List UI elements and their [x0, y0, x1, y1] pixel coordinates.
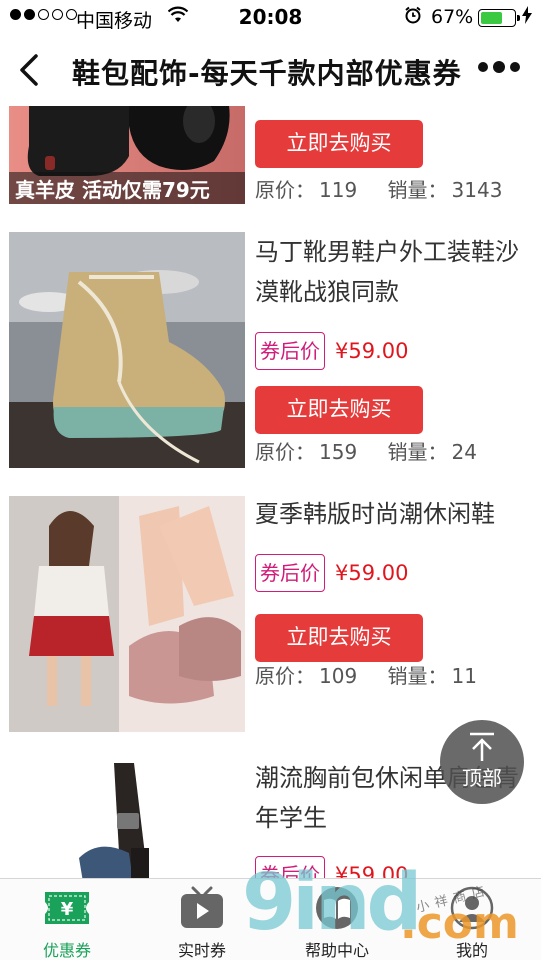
coupon-tag: 券后价	[255, 332, 325, 370]
tab-help-center[interactable]: 帮助中心	[287, 885, 387, 961]
battery-icon	[478, 9, 520, 27]
tab-bar: ¥ 优惠券 实时券 帮助中心 我的	[0, 878, 541, 960]
chevron-left-icon	[20, 54, 38, 86]
tab-coupons[interactable]: ¥ 优惠券	[17, 885, 117, 961]
sales-count: 3143	[451, 178, 503, 202]
arrow-up-icon	[470, 732, 494, 761]
product-image-chest-bag[interactable]	[9, 758, 245, 878]
signal-strength-icon	[10, 9, 77, 20]
user-icon	[422, 885, 522, 931]
status-bar: 中国移动 20:08 67%	[0, 0, 541, 36]
coupon-price-value: ¥59.00	[335, 561, 409, 585]
product-image-backpack[interactable]: 真羊皮 活动仅需79元	[9, 106, 245, 204]
svg-text:¥: ¥	[61, 899, 74, 920]
coupon-price-value: ¥59.00	[335, 339, 409, 363]
ticket-icon: ¥	[17, 885, 117, 931]
wifi-icon	[167, 6, 189, 29]
original-price: 159	[319, 440, 358, 464]
product-item[interactable]: 真羊皮 活动仅需79元 立即去购买 原价： 119 销量： 3143	[0, 106, 541, 216]
buy-now-button[interactable]: 立即去购买	[255, 614, 423, 662]
back-button[interactable]	[14, 50, 44, 90]
tab-label: 帮助中心	[304, 941, 369, 960]
original-price: 119	[319, 178, 358, 202]
alarm-icon	[404, 6, 422, 29]
product-meta: 原价： 119 销量： 3143	[255, 178, 503, 202]
buy-now-button[interactable]: 立即去购买	[255, 120, 423, 168]
charging-icon	[522, 6, 532, 28]
coupon-tag: 券后价	[255, 554, 325, 592]
book-icon	[287, 885, 387, 931]
coupon-tag: 券后价	[255, 856, 325, 878]
coupon-price: 券后价 ¥59.00	[255, 856, 408, 878]
tab-mine[interactable]: 我的	[422, 885, 522, 961]
thumb-caption: 真羊皮 活动仅需79元	[15, 178, 210, 202]
product-name[interactable]: 夏季韩版时尚潮休闲鞋	[255, 494, 535, 534]
tab-live-coupons[interactable]: 实时券	[152, 885, 252, 961]
product-image-sandals[interactable]	[9, 496, 245, 732]
back-to-top-button[interactable]: 顶部	[440, 720, 524, 804]
tab-label: 实时券	[177, 941, 226, 960]
coupon-price-value: ¥59.00	[335, 863, 409, 878]
product-image-boot[interactable]	[9, 232, 245, 468]
carrier-name: 中国移动	[76, 10, 153, 32]
nav-bar: 鞋包配饰-每天千款内部优惠券	[0, 36, 541, 106]
buy-now-button[interactable]: 立即去购买	[255, 386, 423, 434]
sales-count: 24	[451, 440, 477, 464]
battery-percent: 67%	[431, 6, 474, 28]
product-name[interactable]: 马丁靴男鞋户外工装鞋沙漠靴战狼同款	[255, 232, 535, 312]
tab-label: 优惠券	[42, 941, 91, 960]
coupon-price: 券后价 ¥59.00	[255, 554, 408, 592]
more-button[interactable]	[478, 61, 520, 73]
product-item[interactable]: 夏季韩版时尚潮休闲鞋 券后价 ¥59.00 立即去购买 原价： 109 销量： 11	[0, 494, 541, 744]
sales-count: 11	[451, 664, 477, 688]
original-price: 109	[319, 664, 358, 688]
more-dots-icon	[478, 62, 488, 72]
product-meta: 原价： 109 销量： 11	[255, 664, 477, 688]
product-item[interactable]: 马丁靴男鞋户外工装鞋沙漠靴战狼同款 券后价 ¥59.00 立即去购买 原价： 15…	[0, 232, 541, 482]
page-title: 鞋包配饰-每天千款内部优惠券	[72, 57, 462, 90]
coupon-price: 券后价 ¥59.00	[255, 332, 408, 370]
back-to-top-label: 顶部	[462, 766, 502, 790]
tab-label: 我的	[455, 941, 488, 960]
product-meta: 原价： 159 销量： 24	[255, 440, 477, 464]
play-icon	[152, 885, 252, 931]
